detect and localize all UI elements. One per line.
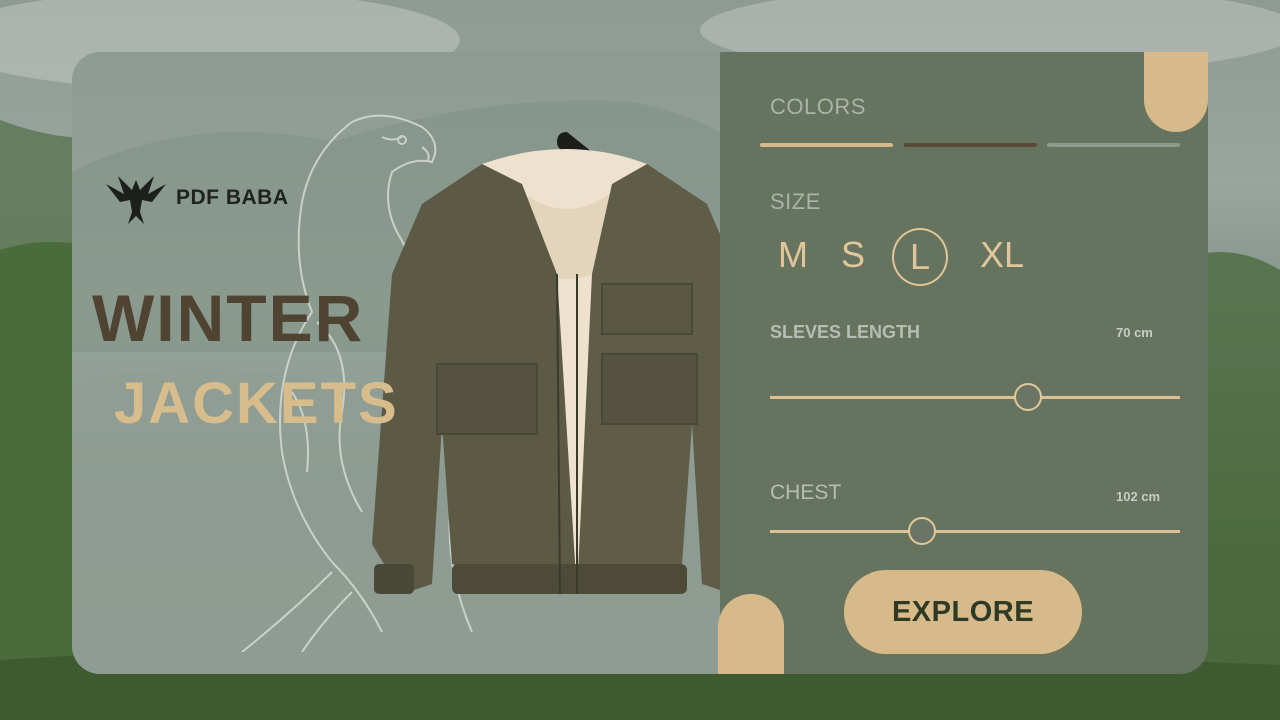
sleeves-length-value: 70 cm bbox=[1116, 325, 1153, 340]
phoenix-icon bbox=[106, 176, 166, 224]
explore-button[interactable]: EXPLORE bbox=[844, 570, 1082, 654]
sleeves-length-slider-track[interactable] bbox=[770, 396, 1180, 399]
colors-label: COLORS bbox=[770, 94, 866, 119]
color-swatch-tan[interactable] bbox=[760, 143, 893, 147]
chest-slider-track[interactable] bbox=[770, 530, 1180, 533]
brand-logo[interactable]: PDF BABA bbox=[104, 170, 289, 226]
size-option-s[interactable]: S bbox=[838, 228, 868, 282]
headline-jackets: JACKETS bbox=[114, 371, 399, 436]
size-option-xl[interactable]: XL bbox=[976, 228, 1028, 282]
jacket-product-image bbox=[372, 132, 762, 595]
size-option-m[interactable]: M bbox=[776, 228, 810, 282]
headline-winter: WINTER bbox=[92, 281, 365, 355]
chest-value: 102 cm bbox=[1116, 489, 1161, 504]
color-swatch-grey[interactable] bbox=[1047, 143, 1180, 147]
hero-panel: PDF BABA WINTER JACKETS bbox=[72, 52, 762, 674]
size-label: SIZE bbox=[770, 189, 821, 214]
bottom-tab-decoration bbox=[718, 594, 784, 674]
chest-label: CHEST bbox=[770, 481, 842, 504]
chest-slider-thumb[interactable] bbox=[907, 517, 936, 545]
brand-name: PDF BABA bbox=[176, 186, 289, 209]
corner-tab-decoration bbox=[1144, 52, 1208, 132]
color-swatch-brown[interactable] bbox=[904, 143, 1037, 147]
size-option-l-selected[interactable]: L bbox=[892, 228, 948, 286]
sleeves-length-label: SLEVES LENGTH bbox=[770, 322, 921, 342]
